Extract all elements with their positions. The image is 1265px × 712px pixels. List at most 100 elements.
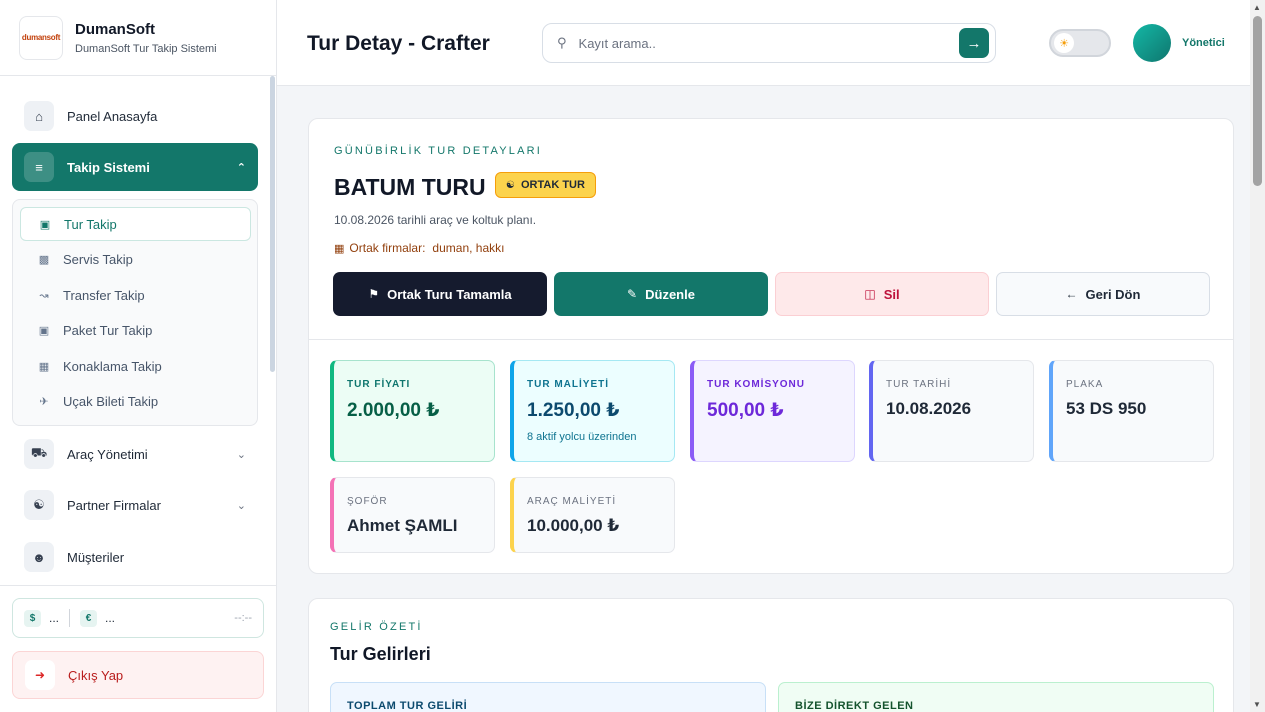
logout-button[interactable]: ➜ Çıkış Yap [12,651,264,699]
brand[interactable]: dumansoft DumanSoft DumanSoft Tur Takip … [0,0,276,76]
stat-value: 2.000,00 ₺ [347,400,440,421]
stat-label: TUR MALİYETİ [527,379,609,390]
stat-value: 1.250,00 ₺ [527,400,620,421]
edit-button[interactable]: ✎ Düzenle [554,272,768,316]
sidebar-item-partner-firmalar[interactable]: ☯ Partner Firmalar ⌄ [12,481,258,529]
handshake-icon: ☯ [24,490,54,520]
card-divider [309,339,1233,340]
route-icon: ↝ [39,289,49,302]
sidebar-item-label: Takip Sistemi [67,159,150,175]
button-label: Sil [883,286,900,302]
submenu-item-label: Paket Tur Takip [63,322,153,338]
income-summary-card: GELİR ÖZETİ Tur Gelirleri TOPLAM TUR GEL… [308,598,1234,712]
stat-label: TUR KOMİSYONU [707,379,805,390]
submenu-item-servis-takip[interactable]: ▩ Servis Takip [20,242,251,276]
stat-tour-price: TUR FİYATI 2.000,00 ₺ [330,360,495,462]
car-icon: ⛟ [24,439,54,469]
sidebar-scrollbar[interactable] [270,76,275,372]
shared-tour-badge: ☯ ORTAK TUR [495,172,596,198]
user-name[interactable]: Yönetici [1182,37,1225,49]
stat-plate: PLAKA 53 DS 950 [1049,360,1214,462]
chevron-down-icon: ⌄ [236,499,246,512]
scroll-down-icon[interactable]: ▼ [1253,700,1261,709]
stat-label: PLAKA [1066,379,1104,390]
brand-logo: dumansoft [19,15,63,60]
sidebar-item-takip-sistemi[interactable]: ≡ Takip Sistemi ⌃ [12,143,258,191]
sidebar-item-musteriler[interactable]: ☻ Müşteriler [12,533,258,581]
sidebar-item-label: Partner Firmalar [67,497,161,513]
top-header: Tur Detay - Crafter ⚲ → ☀ Yönetici [277,0,1250,86]
tour-detail-card: GÜNÜBİRLİK TUR DETAYLARI BATUM TURU ☯ OR… [308,118,1234,574]
button-label: Geri Dön [1085,286,1141,302]
stat-tour-commission: TUR KOMİSYONU 500,00 ₺ [690,360,855,462]
section-eyebrow: GELİR ÖZETİ [330,621,423,633]
submenu-item-label: Servis Takip [63,251,133,267]
submenu-item-paket-tur-takip[interactable]: ▣ Paket Tur Takip [20,313,251,347]
partners-value: duman, hakkı [432,241,505,255]
flag-icon: ⚑ [368,287,380,301]
stat-value: 53 DS 950 [1066,399,1147,418]
stat-label: ŞOFÖR [347,496,388,507]
currency-updated-time: --:-- [234,612,252,624]
scroll-up-icon[interactable]: ▲ [1253,3,1261,12]
page-title: Tur Detay - Crafter [307,32,490,55]
brand-subtitle: DumanSoft Tur Takip Sistemi [75,42,217,55]
takip-submenu: ▣ Tur Takip ▩ Servis Takip ↝ Transfer Ta… [12,199,258,426]
trash-icon: ◫ [864,287,876,301]
page-scrollbar[interactable]: ▲ ▼ [1250,0,1265,712]
usd-icon: $ [24,609,41,627]
sidebar-item-panel-anasayfa[interactable]: ⌂ Panel Anasayfa [12,92,258,140]
button-label: Düzenle [645,286,695,302]
bus-icon: ▣ [39,218,51,231]
submenu-item-label: Tur Takip [64,216,117,232]
chevron-down-icon: ⌄ [236,448,246,461]
back-button[interactable]: ← Geri Dön [996,272,1210,316]
stat-value: Ahmet ŞAMLI [347,516,458,535]
stat-vehicle-cost: ARAÇ MALİYETİ 10.000,00 ₺ [510,477,675,553]
handshake-icon: ☯ [506,179,515,191]
plan-description: 10.08.2026 tarihli araç ve koltuk planı. [334,213,537,227]
submenu-item-label: Konaklama Takip [63,358,162,374]
chevron-up-icon: ⌃ [236,161,246,174]
list-check-icon: ≡ [24,152,54,182]
arrow-right-icon: → [966,34,982,52]
logout-label: Çıkış Yap [68,667,124,683]
submenu-item-tur-takip[interactable]: ▣ Tur Takip [20,207,251,241]
complete-shared-tour-button[interactable]: ⚑ Ortak Turu Tamamla [333,272,547,316]
plane-icon: ✈ [39,395,49,408]
stat-tour-date: TUR TARİHİ 10.08.2026 [869,360,1034,462]
currency-widget: $ ... € ... --:-- [12,598,264,638]
suitcase-icon: ▣ [38,324,50,337]
submenu-item-ucak-bileti-takip[interactable]: ✈ Uçak Bileti Takip [20,384,251,418]
income-direct-card: BİZE DİREKT GELEN [778,682,1214,712]
submenu-item-transfer-takip[interactable]: ↝ Transfer Takip [20,278,251,312]
button-label: Ortak Turu Tamamla [387,286,512,302]
stat-tour-cost: TUR MALİYETİ 1.250,00 ₺ 8 aktif yolcu üz… [510,360,675,462]
stat-value: 500,00 ₺ [707,400,784,421]
avatar[interactable] [1133,24,1171,62]
pencil-icon: ✎ [627,287,638,301]
home-icon: ⌂ [24,101,54,131]
section-eyebrow: GÜNÜBİRLİK TUR DETAYLARI [334,145,543,157]
stat-value: 10.08.2026 [886,399,972,418]
theme-toggle[interactable]: ☀ [1049,29,1111,57]
sidebar-item-label: Müşteriler [67,549,125,565]
income-total-card: TOPLAM TUR GELİRİ [330,682,766,712]
van-icon: ▩ [38,253,50,266]
partners-label: Ortak firmalar: [349,241,426,255]
sidebar-divider [0,585,277,586]
badge-label: ORTAK TUR [520,179,585,191]
sidebar-item-arac-yonetimi[interactable]: ⛟ Araç Yönetimi ⌄ [12,430,258,478]
submenu-item-konaklama-takip[interactable]: ▦ Konaklama Takip [20,349,251,383]
scrollbar-thumb[interactable] [1253,16,1262,186]
sidebar-item-label: Araç Yönetimi [67,446,148,462]
search-input[interactable] [578,35,959,51]
currency-divider [69,609,71,627]
search-submit-button[interactable]: → [959,28,989,58]
brand-name: DumanSoft [75,20,155,38]
stat-note: 8 aktif yolcu üzerinden [527,431,637,443]
stat-label: TUR TARİHİ [886,379,952,390]
usd-rate: ... [49,611,60,625]
sun-icon: ☀ [1054,33,1074,53]
delete-button[interactable]: ◫ Sil [775,272,989,316]
